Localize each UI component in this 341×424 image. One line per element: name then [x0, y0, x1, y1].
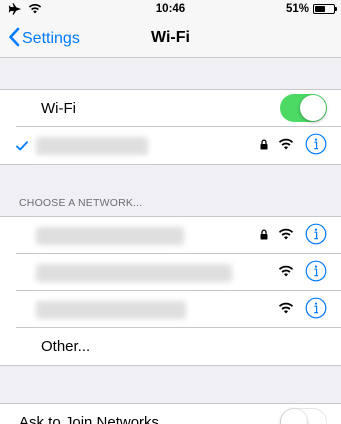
- checkmark-icon: [16, 138, 28, 156]
- lock-icon: [260, 137, 268, 155]
- network-row[interactable]: [0, 217, 341, 254]
- network-row[interactable]: [0, 254, 341, 291]
- network-name-blurred: [36, 301, 186, 319]
- network-icons: [260, 133, 327, 160]
- info-icon[interactable]: [305, 133, 327, 160]
- wifi-toggle-label: Wi-Fi: [41, 100, 76, 117]
- navigation-bar: Settings Wi-Fi: [0, 20, 341, 58]
- lock-icon: [260, 227, 268, 245]
- wifi-signal-icon: [278, 227, 294, 245]
- network-icons: [278, 297, 327, 324]
- wifi-signal-icon: [278, 137, 294, 155]
- network-row[interactable]: [0, 291, 341, 328]
- status-bar: 10:46 51%: [0, 0, 341, 20]
- ask-to-join-group: Ask to Join Networks: [0, 403, 341, 424]
- other-network-row[interactable]: Other...: [0, 328, 341, 365]
- wifi-group: Wi-Fi: [0, 89, 341, 165]
- wifi-toggle[interactable]: [280, 94, 327, 122]
- other-network-label[interactable]: Other...: [41, 338, 90, 355]
- networks-group: Other...: [0, 216, 341, 366]
- wifi-signal-icon: [278, 264, 294, 282]
- battery-icon: [313, 4, 337, 14]
- info-icon[interactable]: [305, 297, 327, 324]
- connected-network-name-blurred: [36, 137, 148, 155]
- page-title: Wi-Fi: [151, 29, 190, 46]
- ask-to-join-label: Ask to Join Networks: [19, 414, 160, 424]
- info-icon[interactable]: [305, 223, 327, 250]
- toggle-knob: [300, 95, 326, 121]
- choose-network-header: CHOOSE A NETWORK...: [19, 197, 143, 209]
- status-right: 51%: [285, 3, 337, 15]
- battery-percent: 51%: [285, 3, 309, 15]
- toggle-knob: [281, 409, 307, 424]
- connected-network-row[interactable]: [0, 127, 341, 164]
- network-name-blurred: [36, 264, 232, 282]
- wifi-signal-icon: [278, 301, 294, 319]
- wifi-settings-screen: 10:46 51% Settings Wi-Fi Wi-Fi CHOOSE A …: [0, 0, 341, 424]
- ask-to-join-toggle[interactable]: [280, 408, 327, 424]
- network-name-blurred: [36, 227, 184, 245]
- battery-fill: [315, 6, 326, 12]
- ask-to-join-row: Ask to Join Networks: [0, 404, 341, 424]
- network-icons: [260, 223, 327, 250]
- info-icon[interactable]: [305, 260, 327, 287]
- wifi-toggle-row: Wi-Fi: [0, 90, 341, 127]
- network-icons: [278, 260, 327, 287]
